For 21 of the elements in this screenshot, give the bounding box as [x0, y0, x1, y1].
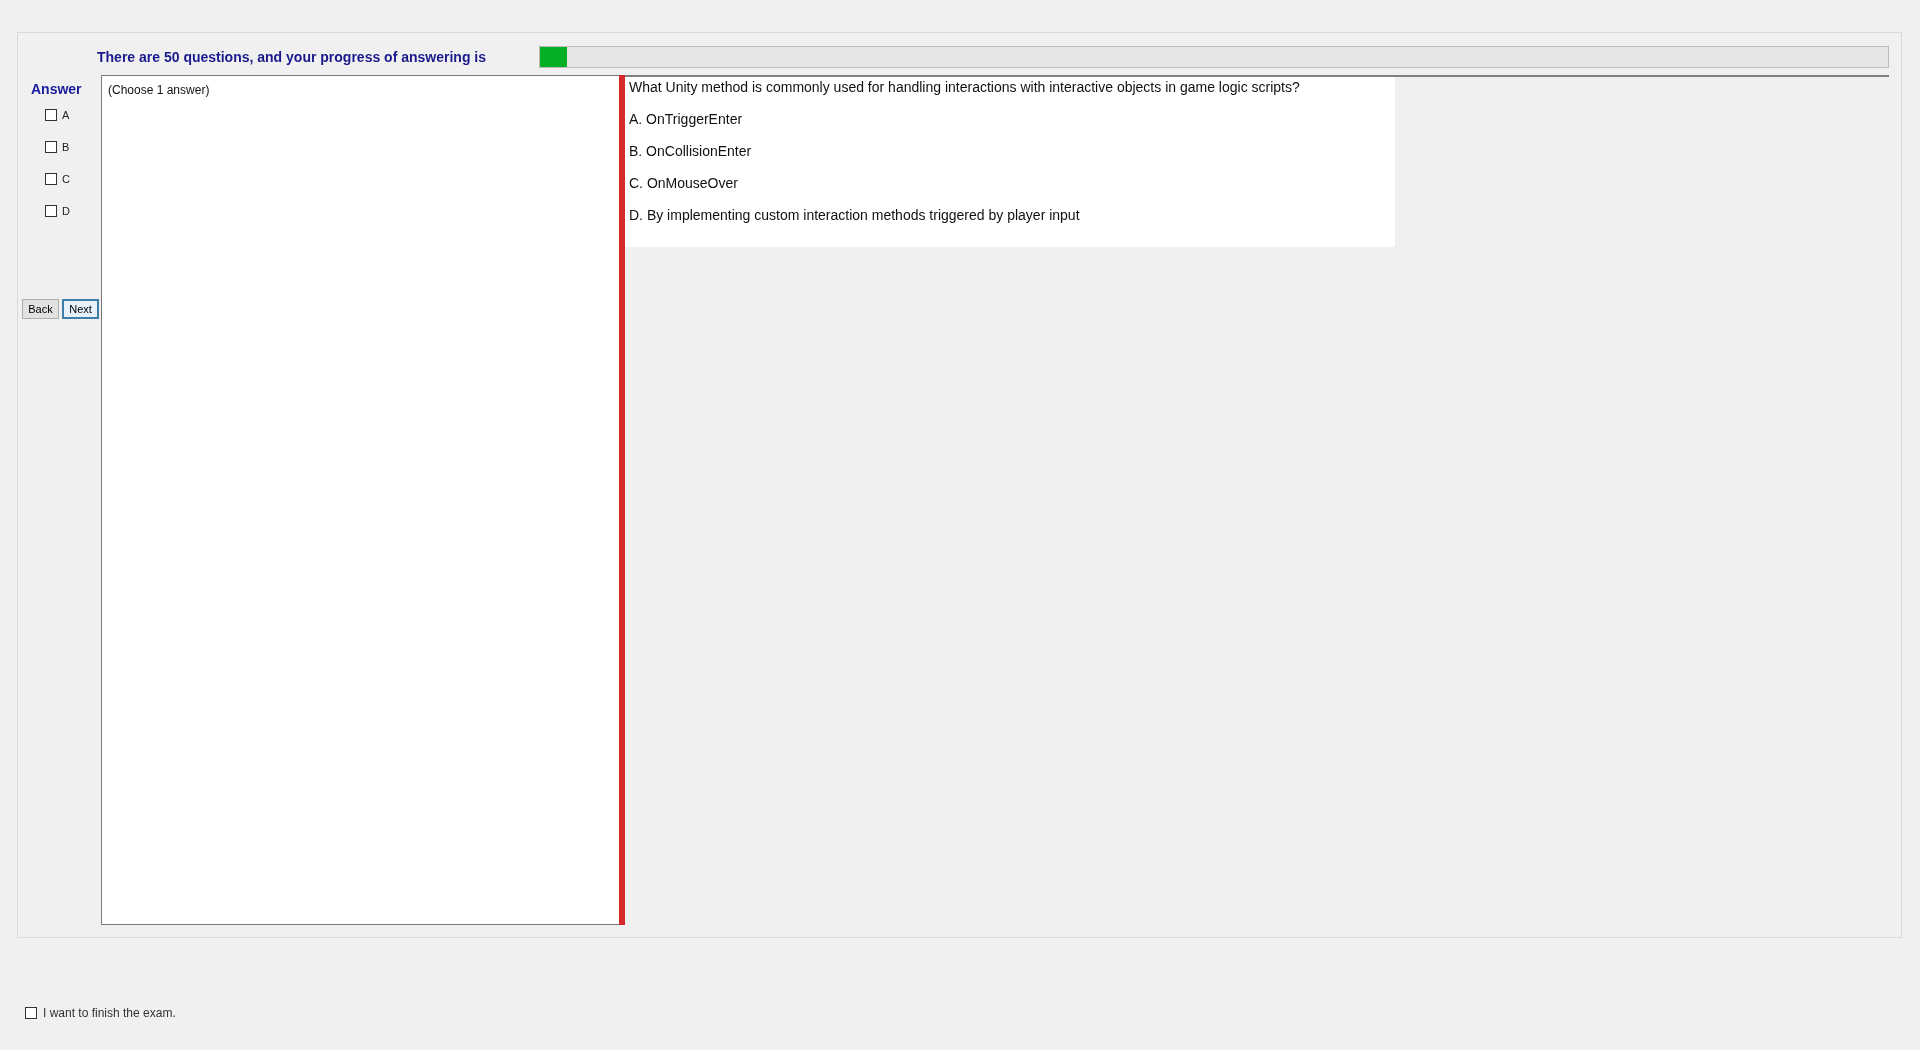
option-label[interactable]: C [62, 172, 70, 185]
checkbox[interactable] [45, 204, 57, 217]
option-label[interactable]: D [62, 204, 70, 217]
checkbox[interactable] [45, 140, 57, 153]
answer-choice: A. OnTriggerEnter [629, 111, 744, 127]
nav-button[interactable]: Next [62, 299, 99, 319]
checkbox[interactable] [45, 172, 57, 185]
checkbox[interactable] [25, 1007, 37, 1019]
answer-choice: C. OnMouseOver [629, 175, 739, 191]
progress-label: There are 50 questions, and your progress of answering is [97, 49, 487, 65]
answer-text-area[interactable]: (Choose 1 answer) [101, 75, 619, 925]
instruction-text: (Choose 1 answer) [108, 83, 210, 97]
checkbox[interactable] [45, 108, 57, 121]
option-label[interactable]: A [62, 108, 70, 121]
answer-heading: Answer [31, 81, 82, 97]
finish-label[interactable]: I want to finish the exam. [43, 1006, 176, 1020]
nav-button[interactable]: Back [22, 299, 59, 319]
answer-choice: B. OnCollisionEnter [629, 143, 753, 159]
option-label[interactable]: B [62, 140, 70, 153]
question-text: What Unity method is commonly used for handling interactions with interactive objects in game logic scripts? [629, 79, 1301, 95]
answer-choice: D. By implementing custom interaction methods triggered by player input [629, 207, 1081, 223]
